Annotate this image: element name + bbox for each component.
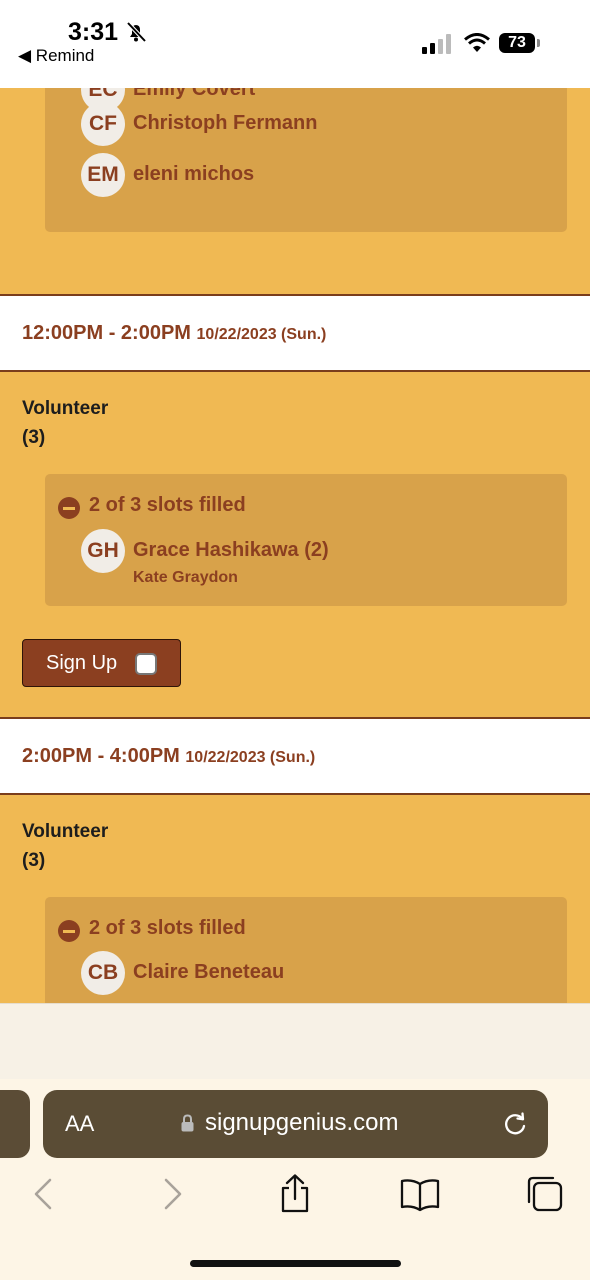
bell-slash-icon (126, 21, 147, 43)
minus-circle-icon (58, 920, 80, 942)
status-time: 3:31 (68, 18, 119, 46)
status-bar: 3:31 ◀ Remind 73 (0, 0, 590, 88)
lock-icon (181, 1114, 194, 1132)
participant-guest-name: Kate Graydon (133, 569, 238, 586)
avatar: CB (81, 951, 125, 995)
participant-name: Claire Beneteau (133, 961, 285, 983)
signup-card: 2 of 3 slots filled GH Grace Hashikawa (… (45, 474, 567, 606)
battery-icon: 73 (499, 33, 541, 53)
wifi-icon (464, 33, 490, 52)
signup-card: EC Emily Covert CF Christoph Fermann EM … (45, 88, 567, 232)
slot-time: 2:00PM - 4:00PM 10/22/2023 (Sun.) (22, 745, 315, 768)
address-bar[interactable]: AA signupgenius.com (43, 1090, 548, 1158)
tabs-icon[interactable] (525, 1174, 565, 1214)
sign-up-label: Sign Up (46, 652, 118, 674)
slot-time-range: 2:00PM - 4:00PM (22, 745, 180, 767)
share-icon[interactable] (275, 1174, 315, 1214)
avatar: GH (81, 529, 125, 573)
battery-level: 73 (499, 33, 535, 53)
role-count: (3) (22, 850, 46, 871)
role-title: Volunteer (3) (22, 394, 108, 452)
home-indicator[interactable] (190, 1260, 401, 1267)
participant-name: eleni michos (133, 163, 255, 185)
reader-options-button[interactable]: AA (65, 1111, 94, 1137)
minus-circle-icon (58, 497, 80, 519)
back-arrow-icon[interactable] (24, 1174, 64, 1214)
previous-slot-section: EC Emily Covert CF Christoph Fermann EM … (0, 88, 590, 294)
url-text[interactable]: signupgenius.com (205, 1109, 398, 1137)
toolbar-backdrop (0, 1003, 590, 1079)
avatar: CF (81, 102, 125, 146)
page-content: EC Emily Covert CF Christoph Fermann EM … (0, 88, 590, 1003)
slot-body: Volunteer (3) 2 of 3 slots filled CB Cla… (0, 795, 590, 1003)
slots-filled-text: 2 of 3 slots filled (89, 494, 246, 516)
slot-header: 2:00PM - 4:00PM 10/22/2023 (Sun.) (0, 717, 590, 795)
slot-header: 12:00PM - 2:00PM 10/22/2023 (Sun.) (0, 294, 590, 372)
sign-up-button[interactable]: Sign Up (22, 639, 181, 687)
slot-time-range: 12:00PM - 2:00PM (22, 322, 191, 344)
reload-icon[interactable] (501, 1110, 529, 1138)
avatar: EM (81, 153, 125, 197)
slot-date: 10/22/2023 (Sun.) (185, 749, 316, 766)
slot-time: 12:00PM - 2:00PM 10/22/2023 (Sun.) (22, 322, 326, 345)
slot-body: Volunteer (3) 2 of 3 slots filled GH Gra… (0, 372, 590, 717)
role-name: Volunteer (22, 398, 109, 419)
forward-arrow-icon[interactable] (152, 1174, 192, 1214)
signup-card: 2 of 3 slots filled CB Claire Beneteau (45, 897, 567, 1003)
participant-name: Christoph Fermann (133, 112, 318, 134)
role-name: Volunteer (22, 821, 109, 842)
role-count: (3) (22, 427, 46, 448)
slots-filled-text: 2 of 3 slots filled (89, 917, 246, 939)
role-title: Volunteer (3) (22, 817, 108, 875)
cellular-signal-icon (422, 34, 451, 54)
browser-toolbar: AA signupgenius.com (0, 1003, 590, 1280)
back-to-app-link[interactable]: ◀ Remind (18, 46, 94, 66)
sign-up-checkbox[interactable] (135, 653, 157, 675)
previous-tab-preview[interactable] (0, 1090, 30, 1158)
bookmarks-icon[interactable] (400, 1174, 440, 1214)
slot-date: 10/22/2023 (Sun.) (196, 326, 327, 343)
participant-name: Emily Covert (133, 88, 256, 100)
participant-name: Grace Hashikawa (2) (133, 539, 329, 561)
